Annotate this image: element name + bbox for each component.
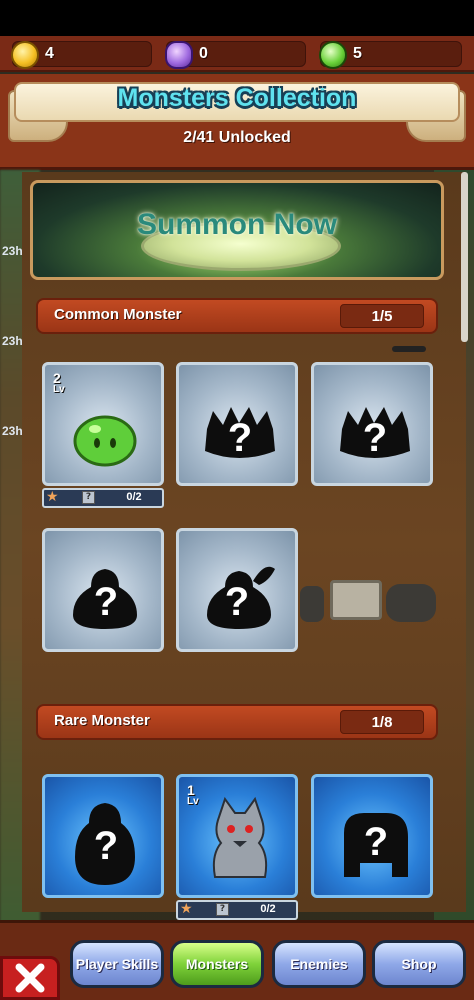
- green-orb-icon: [319, 41, 347, 69]
- orb-counter: 5: [319, 41, 462, 69]
- rock-decoration: [300, 586, 324, 622]
- svg-text:?: ?: [363, 416, 387, 460]
- tab-monsters[interactable]: Monsters: [170, 940, 264, 988]
- svg-text:?: ?: [94, 824, 118, 868]
- level-label: 2 Lv: [53, 371, 65, 395]
- drag-handle[interactable]: [392, 346, 426, 352]
- game-screen: 4 0 5 Monsters Collection 2/41 Unlocked …: [0, 0, 474, 1000]
- tab-shop[interactable]: Shop: [372, 940, 466, 988]
- progress-count: 0/2: [260, 903, 276, 915]
- gold-coin-icon: [11, 41, 39, 69]
- level-suffix: Lv: [53, 384, 65, 395]
- level-label: 1 Lv: [187, 783, 199, 807]
- level-number: 2: [53, 370, 61, 386]
- svg-text:?: ?: [225, 580, 249, 624]
- level-number: 1: [187, 782, 195, 798]
- section-count: 1/8: [340, 710, 424, 734]
- gem-value: 0: [199, 45, 208, 62]
- card-progress: ★ ? 0/2: [42, 488, 164, 508]
- tab-enemies[interactable]: Enemies: [272, 940, 366, 988]
- tab-player-skills[interactable]: Player Skills: [70, 940, 164, 988]
- section-title: Rare Monster: [54, 712, 150, 729]
- card-fragment-icon: ?: [82, 491, 95, 504]
- locked-monster-silhouette-icon: ?: [344, 813, 408, 877]
- locked-monster-silhouette-icon: ?: [75, 803, 135, 885]
- card-fragment-icon: ?: [216, 903, 229, 916]
- card-progress: ★ ? 0/2: [176, 900, 298, 920]
- locked-monster-silhouette-icon: ?: [205, 407, 275, 460]
- monster-card-locked[interactable]: ?: [176, 528, 298, 652]
- status-bar: [0, 0, 474, 36]
- page-title: Monsters Collection: [117, 84, 357, 112]
- gold-counter: 4: [11, 41, 152, 69]
- monster-card-locked[interactable]: ?: [42, 528, 164, 652]
- monster-card-locked[interactable]: ?: [176, 362, 298, 486]
- scrollbar[interactable]: [461, 172, 468, 342]
- monster-card-green-slime[interactable]: 2 Lv: [42, 362, 164, 486]
- orb-value: 5: [353, 45, 362, 62]
- locked-monster-silhouette-icon: ?: [207, 566, 275, 629]
- section-header-rare: Rare Monster 1/8: [36, 704, 438, 740]
- summon-now-label: Summon Now: [137, 208, 337, 241]
- purple-gem-icon: [165, 41, 193, 69]
- gold-value: 4: [45, 45, 54, 62]
- section-title: Common Monster: [54, 306, 182, 323]
- star-icon: ★: [46, 489, 59, 505]
- level-suffix: Lv: [187, 796, 199, 807]
- svg-text:?: ?: [94, 580, 118, 624]
- close-icon: [15, 963, 45, 993]
- section-header-common: Common Monster 1/5: [36, 298, 438, 334]
- monster-card-locked[interactable]: ?: [311, 362, 433, 486]
- svg-text:?: ?: [364, 820, 388, 864]
- close-button[interactable]: [0, 956, 60, 1000]
- rock-decoration: [386, 584, 436, 622]
- progress-count: 0/2: [126, 491, 142, 503]
- locked-monster-silhouette-icon: ?: [73, 569, 137, 629]
- locked-monster-silhouette-icon: ?: [340, 407, 410, 460]
- gem-counter: 0: [165, 41, 306, 69]
- monster-card-locked[interactable]: ?: [311, 774, 433, 898]
- unlock-counter: 2/41 Unlocked: [183, 129, 291, 146]
- empty-slot: [330, 580, 382, 620]
- monster-card-locked[interactable]: ?: [42, 774, 164, 898]
- section-count: 1/5: [340, 304, 424, 328]
- bg-timer: 23h: [2, 244, 23, 258]
- star-icon: ★: [180, 901, 193, 917]
- monster-card-grey-wolf[interactable]: 1 Lv: [176, 774, 298, 898]
- svg-text:?: ?: [228, 416, 252, 460]
